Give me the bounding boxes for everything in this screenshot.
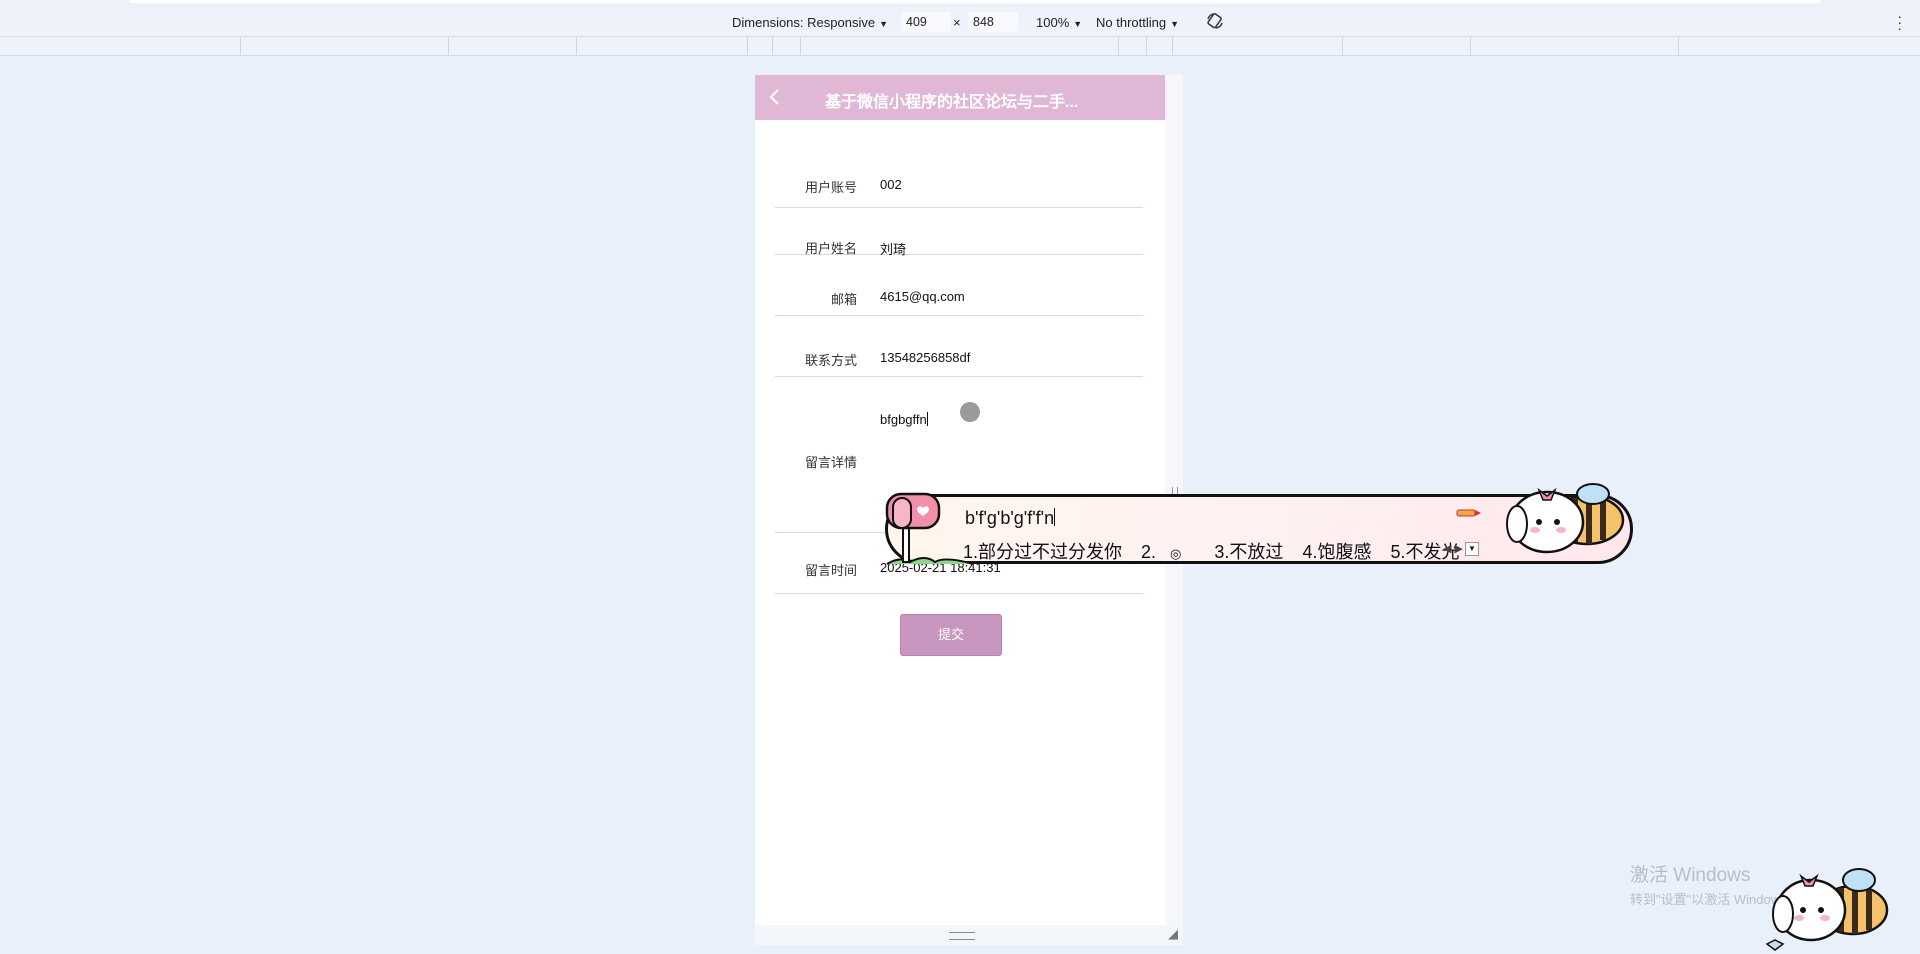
device-toolbar: Dimensions: Responsive ▼ 409 × 848 100% ▼ … — [0, 8, 1920, 37]
chevron-down-icon: ▼ — [1170, 19, 1180, 29]
contact-label: 联系方式 — [804, 353, 857, 368]
zoom-dropdown[interactable]: 100% ▼ — [1036, 15, 1082, 30]
form-row-contact: 联系方式 13548256858df — [775, 316, 1143, 377]
zoom-label: 100% — [1036, 15, 1070, 30]
ime-candidate-3[interactable]: 3.不放过 — [1214, 542, 1283, 562]
email-field[interactable]: 4615@qq.com — [880, 289, 965, 304]
ime-candidate-window[interactable]: b'f'g'b'g'f'f'n 1.部分过不过分发你 2. ◎ 3.不放过 4.饱… — [885, 483, 1635, 570]
form-row-name: 用户姓名 刘琦 — [775, 208, 1143, 257]
account-label: 用户账号 — [804, 180, 857, 195]
ime-composition: b'f'g'b'g'f'f'n — [965, 508, 1056, 529]
form-row-account: 用户账号 002 — [775, 163, 1143, 208]
pencil-icon[interactable] — [1455, 506, 1481, 520]
media-query-ruler — [0, 37, 1920, 56]
ime-composition-text: b'f'g'b'g'f'f'n — [965, 508, 1055, 528]
resize-corner-icon[interactable]: ◢ — [1168, 926, 1178, 942]
chevron-down-icon: ▼ — [879, 19, 888, 29]
top-strip-line — [130, 0, 1820, 3]
more-options-icon[interactable]: · · · — [1897, 9, 1902, 35]
browser-top-strip — [0, 0, 1920, 8]
touch-cursor — [960, 402, 980, 422]
emoji-icon: ◎ — [1170, 546, 1182, 561]
times-sign: × — [953, 15, 961, 30]
time-label: 留言时间 — [804, 563, 857, 578]
email-label: 邮箱 — [830, 292, 857, 307]
text-cursor — [926, 412, 928, 426]
ime-expand-icon[interactable]: ▼ — [1465, 542, 1479, 556]
nav-bar: 基于微信小程序的社区论坛与二手... — [755, 75, 1165, 120]
account-field[interactable]: 002 — [880, 177, 902, 192]
ime-page-arrows[interactable]: ◀ ▶ — [1443, 542, 1463, 555]
ime-candidate-1[interactable]: 1.部分过不过分发你 — [963, 542, 1122, 562]
width-input[interactable]: 409 — [901, 12, 951, 32]
throttling-label: No throttling — [1096, 15, 1167, 30]
bee-dog-mascot-icon — [1506, 483, 1625, 554]
dimensions-dropdown[interactable]: Dimensions: Responsive ▼ — [732, 15, 888, 30]
chevron-down-icon: ▼ — [1073, 19, 1083, 29]
ime-candidate-list: 1.部分过不过分发你 2. ◎ 3.不放过 4.饱腹感 5.不发光 — [963, 538, 1473, 564]
height-input[interactable]: 848 — [968, 12, 1018, 32]
back-icon[interactable] — [765, 87, 785, 107]
message-label: 留言详情 — [804, 455, 857, 470]
ime-cursor — [1054, 508, 1056, 526]
submit-button[interactable]: 提交 — [900, 614, 1002, 656]
bee-dog-desktop-pet-icon[interactable] — [1755, 860, 1895, 954]
throttling-dropdown[interactable]: No throttling ▼ — [1096, 15, 1179, 30]
mailbox-icon — [885, 492, 974, 565]
message-text: bfgbgffn — [880, 412, 927, 427]
message-textarea[interactable]: bfgbgffn — [880, 412, 928, 427]
ime-candidate-2[interactable]: 2. ◎ — [1141, 542, 1195, 562]
rotate-icon[interactable] — [1205, 11, 1225, 34]
ime-candidate-2-label: 2. — [1141, 542, 1157, 562]
resize-handle-bottom[interactable] — [949, 932, 975, 940]
contact-field[interactable]: 13548256858df — [880, 350, 970, 365]
ime-candidate-4[interactable]: 4.饱腹感 — [1302, 542, 1371, 562]
dimensions-label: Dimensions: Responsive — [732, 15, 876, 30]
page-title: 基于微信小程序的社区论坛与二手... — [825, 94, 1079, 111]
form-row-email: 邮箱 4615@qq.com — [775, 255, 1143, 316]
